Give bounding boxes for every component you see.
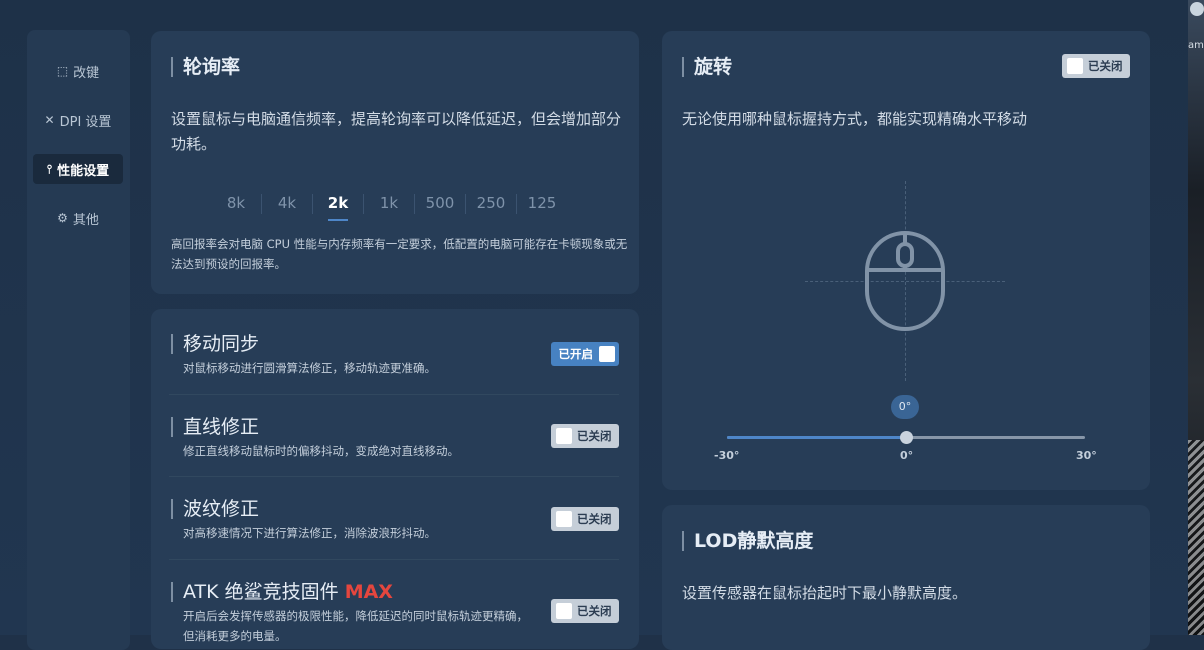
adjacent-window-edge: am <box>1188 0 1204 635</box>
toggle-label: 已关闭 <box>577 512 612 526</box>
toggle-knob <box>556 511 572 527</box>
motion-sync-toggle[interactable]: 已开启 <box>551 342 619 366</box>
rotation-toggle[interactable]: 已关闭 <box>1062 54 1130 78</box>
feature-title: ATK 绝鲨竞技固件 MAX <box>171 582 393 602</box>
polling-rate-card: 轮询率 设置鼠标与电脑通信频率，提高轮询率可以降低延迟，但会增加部分功耗。 8k… <box>151 31 639 294</box>
toggle-label: 已关闭 <box>577 429 612 443</box>
feature-description: 对鼠标移动进行圆滑算法修正，移动轨迹更准确。 <box>183 361 436 375</box>
feature-description: 开启后会发挥传感器的极限性能，降低延迟的同时鼠标轨迹更精确，但消耗更多的电量。 <box>183 609 528 643</box>
avatar <box>1190 2 1204 16</box>
toggle-label: 已关闭 <box>1088 59 1123 73</box>
rate-option-8k[interactable]: 8k <box>211 191 261 221</box>
sidebar-item-label: 改键 <box>73 65 100 81</box>
sidebar-item-other[interactable]: ⚙ 其他 <box>33 203 123 233</box>
feature-description: 修正直线移动鼠标时的偏移抖动，变成绝对直线移动。 <box>183 444 459 458</box>
slider-mid-label: 0° <box>900 449 914 462</box>
sliders-icon: ⫯ <box>46 161 53 176</box>
features-card: 移动同步 对鼠标移动进行圆滑算法修正，移动轨迹更准确。 已开启 直线修正 修正直… <box>151 309 639 649</box>
sidebar-item-label: 性能设置 <box>57 163 110 179</box>
card-title: 轮询率 <box>171 57 240 77</box>
sidebar-item-label: DPI 设置 <box>59 114 112 130</box>
sidebar-item-label: 其他 <box>72 212 99 228</box>
toggle-label: 已关闭 <box>577 604 612 618</box>
card-title: 旋转 <box>682 57 732 77</box>
rate-option-125[interactable]: 125 <box>517 191 567 221</box>
slider-thumb[interactable] <box>900 431 913 444</box>
toggle-knob <box>1067 58 1083 74</box>
background-artwork <box>1188 440 1204 635</box>
toggle-knob <box>599 346 615 362</box>
slider-max-label: 30° <box>1076 449 1097 462</box>
slider-min-label: -30° <box>714 449 740 462</box>
angle-snapping-toggle[interactable]: 已关闭 <box>551 424 619 448</box>
keymap-icon: ⬚ <box>56 64 69 78</box>
rate-option-2k[interactable]: 2k <box>313 191 363 221</box>
dpi-icon: ✕ <box>44 113 55 127</box>
lod-card: LOD静默高度 设置传感器在鼠标抬起时下最小静默高度。 <box>662 505 1150 650</box>
divider <box>169 559 619 560</box>
divider <box>169 394 619 395</box>
polling-note: 高回报率会对电脑 CPU 性能与内存频率有一定要求，低配置的电脑可能存在卡顿现象… <box>171 237 628 271</box>
toggle-knob <box>556 603 572 619</box>
slider-fill <box>727 436 906 439</box>
feature-title: 移动同步 <box>171 334 259 354</box>
polling-rate-selector: 8k 4k 2k 1k 500 250 125 <box>211 191 567 221</box>
max-badge: MAX <box>344 581 393 603</box>
card-title: LOD静默高度 <box>682 531 813 551</box>
feature-title: 波纹修正 <box>171 499 259 519</box>
mouse-icon <box>865 231 945 331</box>
sidebar-item-keymap[interactable]: ⬚ 改键 <box>33 56 123 86</box>
feature-title: 直线修正 <box>171 417 259 437</box>
toggle-knob <box>556 428 572 444</box>
edge-text: am <box>1188 40 1204 51</box>
rotation-card: 旋转 已关闭 无论使用哪种鼠标握持方式，都能实现精确水平移动 0° -30° 0… <box>662 31 1150 490</box>
rate-option-250[interactable]: 250 <box>466 191 516 221</box>
toggle-label: 已开启 <box>558 347 594 361</box>
rotation-slider[interactable] <box>727 431 1085 444</box>
rate-option-500[interactable]: 500 <box>415 191 465 221</box>
polling-description: 设置鼠标与电脑通信频率，提高轮询率可以降低延迟，但会增加部分功耗。 <box>171 110 622 153</box>
gear-icon: ⚙ <box>57 211 68 225</box>
rotation-description: 无论使用哪种鼠标握持方式，都能实现精确水平移动 <box>682 110 1028 128</box>
rate-option-1k[interactable]: 1k <box>364 191 414 221</box>
feature-title-text: ATK 绝鲨竞技固件 <box>183 581 339 603</box>
competitive-firmware-toggle[interactable]: 已关闭 <box>551 599 619 623</box>
rate-option-4k[interactable]: 4k <box>262 191 312 221</box>
ripple-control-toggle[interactable]: 已关闭 <box>551 507 619 531</box>
sidebar-item-performance[interactable]: ⫯ 性能设置 <box>33 154 123 184</box>
rotation-value-badge: 0° <box>891 395 919 419</box>
lod-description: 设置传感器在鼠标抬起时下最小静默高度。 <box>682 584 968 602</box>
feature-description: 对高移速情况下进行算法修正，消除波浪形抖动。 <box>183 526 436 540</box>
sidebar-nav: ⬚ 改键 ✕ DPI 设置 ⫯ 性能设置 ⚙ 其他 <box>27 30 130 650</box>
sidebar-item-dpi[interactable]: ✕ DPI 设置 <box>33 105 123 135</box>
divider <box>169 476 619 477</box>
